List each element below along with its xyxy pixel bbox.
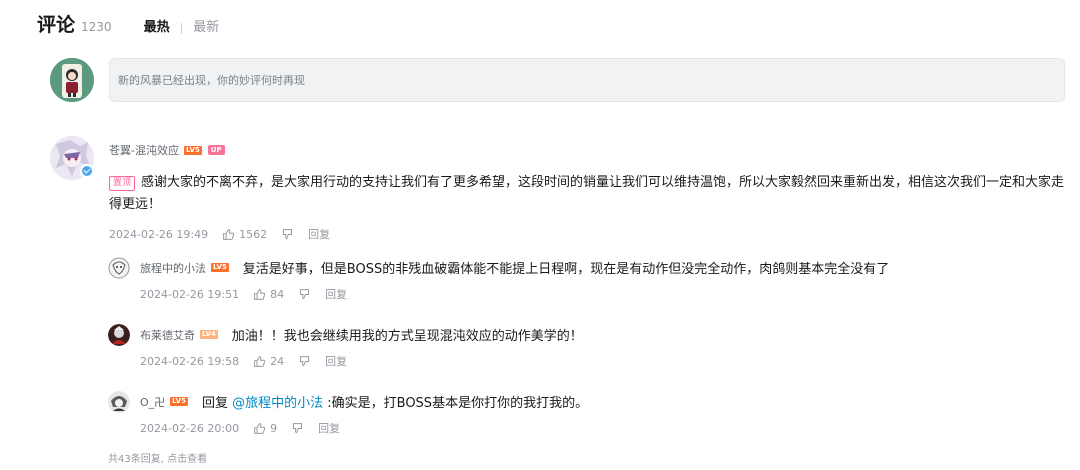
thumb-up-icon xyxy=(254,355,266,367)
thumb-down-icon[interactable] xyxy=(298,288,311,301)
like-button[interactable]: 24 xyxy=(253,355,284,368)
reply-button[interactable]: 回复 xyxy=(318,420,340,436)
comment-time: 2024-02-26 19:49 xyxy=(109,227,209,241)
like-button[interactable]: 1562 xyxy=(222,228,267,241)
thumb-down-icon[interactable] xyxy=(291,422,304,435)
comment-text: 感谢大家的不离不弃，是大家用行动的支持让我们有了更多希望，这段时间的销量让我们可… xyxy=(109,175,1065,212)
like-button[interactable]: 84 xyxy=(253,288,284,301)
comment-count: 1230 xyxy=(81,20,112,34)
like-count: 84 xyxy=(270,287,285,301)
like-button[interactable]: 9 xyxy=(253,422,277,435)
comment-meta: 2024-02-26 19:49 1562 回复 xyxy=(109,226,330,242)
mention-link[interactable]: @旅程中的小法 xyxy=(232,396,323,411)
reply-meta: 2024-02-26 19:51 84 回复 xyxy=(140,286,347,302)
reply-line: 旅程中的小法 LV5 复活是好事，但是BOSS的非残血破霸体能不能提上日程啊，现… xyxy=(140,258,890,278)
reply-content: :确实是，打BOSS基本是你打你的我打我的。 xyxy=(323,396,589,411)
thumb-up-icon xyxy=(223,228,235,240)
reply-time: 2024-02-26 19:58 xyxy=(140,354,240,368)
reply-avatar[interactable] xyxy=(108,257,130,279)
thumb-up-icon xyxy=(254,288,266,300)
level-badge: LV5 xyxy=(183,145,202,155)
like-count: 1562 xyxy=(239,227,268,241)
reply-author-name[interactable]: 旅程中的小法 xyxy=(140,260,206,276)
reply-text: 加油！！我也会继续用我的方式呈现混沌效应的动作美学的！ xyxy=(231,329,583,344)
level-badge: LV5 xyxy=(170,397,188,406)
reply-avatar[interactable] xyxy=(108,391,130,413)
thumb-up-icon xyxy=(254,422,266,434)
reply-button[interactable]: 回复 xyxy=(308,226,330,242)
reply-prefix: 回复 xyxy=(201,396,233,411)
comment-body: 置顶 感谢大家的不离不弃，是大家用行动的支持让我们有了更多希望，这段时间的销量让我… xyxy=(109,172,1069,216)
sort-hot-tab[interactable]: 最热 xyxy=(144,16,170,35)
comment-input[interactable]: 新的风暴已经出现，你的妙评何时再现 xyxy=(109,58,1065,102)
like-count: 9 xyxy=(270,421,278,435)
reply-avatar[interactable] xyxy=(108,324,130,346)
view-more-replies[interactable]: 共43条回复, 点击查看 xyxy=(108,450,207,465)
comment-header: 评论 1230 最热 | 最新 xyxy=(37,10,219,36)
comment-input-row: 新的风暴已经出现，你的妙评何时再现 xyxy=(50,58,1065,102)
reply-line: O_卍 LV5 回复 @旅程中的小法 :确实是，打BOSS基本是你打你的我打我的… xyxy=(140,392,588,412)
reply-text: 复活是好事，但是BOSS的非残血破霸体能不能提上日程啊，现在是有动作但没完全动作… xyxy=(242,262,890,277)
reply-author-name[interactable]: 布莱德艾奇 xyxy=(140,327,195,343)
level-badge: LV4 xyxy=(200,330,218,339)
reply-text: 回复 @旅程中的小法 :确实是，打BOSS基本是你打你的我打我的。 xyxy=(202,392,588,411)
pinned-tag: 置顶 xyxy=(109,176,136,191)
reply-button[interactable]: 回复 xyxy=(325,286,347,302)
verified-icon xyxy=(80,164,94,178)
level-badge: LV5 xyxy=(211,263,229,272)
reply-line: 布莱德艾奇 LV4 加油！！我也会继续用我的方式呈现混沌效应的动作美学的！ xyxy=(140,325,583,345)
my-avatar[interactable] xyxy=(50,58,94,102)
comments-title: 评论 xyxy=(37,14,76,36)
thumb-down-icon[interactable] xyxy=(298,355,311,368)
author-line: 苍翼-混沌效应 LV5 UP xyxy=(109,142,225,158)
sort-new-tab[interactable]: 最新 xyxy=(193,16,219,35)
like-count: 24 xyxy=(270,354,285,368)
reply-author-name[interactable]: O_卍 xyxy=(140,394,165,410)
author-name[interactable]: 苍翼-混沌效应 xyxy=(109,142,179,158)
reply-meta: 2024-02-26 19:58 24 回复 xyxy=(140,353,347,369)
reply-meta: 2024-02-26 20:00 9 回复 xyxy=(140,420,340,436)
reply-button[interactable]: 回复 xyxy=(325,353,347,369)
reply-time: 2024-02-26 19:51 xyxy=(140,287,240,301)
reply-time: 2024-02-26 20:00 xyxy=(140,421,240,435)
sort-divider: | xyxy=(179,21,184,34)
up-badge: UP xyxy=(207,145,225,155)
thumb-down-icon[interactable] xyxy=(281,228,294,241)
